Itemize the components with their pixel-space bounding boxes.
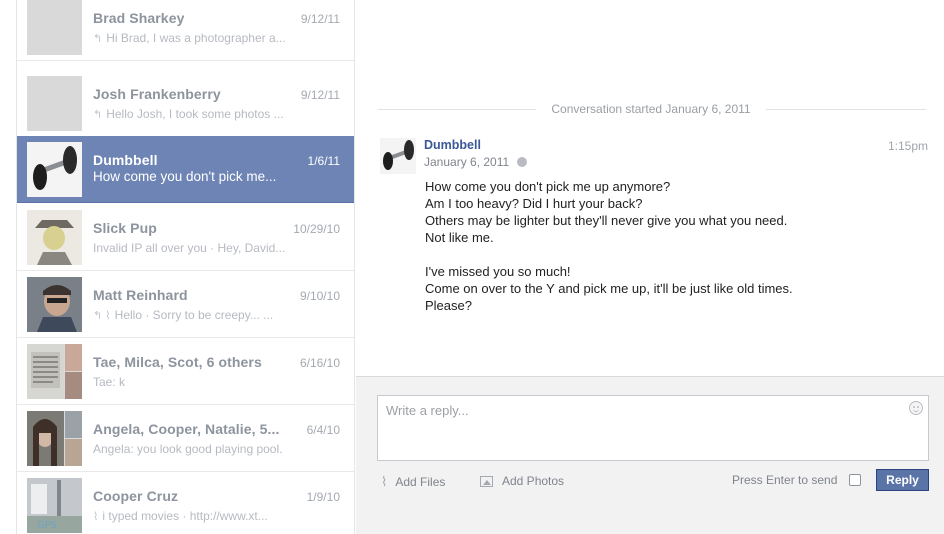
thread-date: 1/9/10 — [306, 490, 340, 504]
message-line: Others may be lighter but they'll never … — [425, 213, 788, 228]
message-line: Please? — [425, 298, 472, 313]
thread-date: 1/6/11 — [307, 154, 340, 168]
reply-icon: ↰ — [93, 109, 103, 121]
dumbbell-avatar — [27, 142, 82, 197]
thread-date: 10/29/10 — [293, 222, 340, 236]
message-line: I've missed you so much! — [425, 264, 571, 279]
reply-icon: ↰ — [93, 33, 103, 45]
add-photos-button[interactable]: Add Photos — [480, 474, 564, 488]
thread-date: 6/16/10 — [299, 356, 340, 370]
thread-name: Dumbbell — [93, 152, 158, 168]
reply-input[interactable] — [377, 395, 929, 461]
reply-button[interactable]: Reply — [876, 469, 929, 491]
thread-snippet: How come you don't pick me... — [93, 169, 277, 184]
message-time: 1:15pm — [887, 139, 928, 153]
thread-snippet: Angela: you look good playing pool. — [93, 442, 283, 456]
group-avatar — [27, 344, 82, 399]
thread-name: Cooper Cruz — [93, 488, 179, 504]
message-line-blank — [425, 246, 925, 263]
thread-name: Tae, Milca, Scot, 6 others — [93, 354, 262, 370]
emoticon-icon[interactable] — [909, 401, 923, 415]
dumbbell-avatar[interactable] — [380, 138, 416, 174]
message-line: How come you don't pick me up anymore? — [425, 179, 671, 194]
avatar — [27, 277, 82, 332]
attachment-icon: ⌇ — [93, 511, 99, 523]
message-body: How come you don't pick me up anymore? A… — [425, 178, 925, 314]
thread-date: 9/12/11 — [300, 12, 340, 26]
svg-text:GPS: GPS — [37, 520, 57, 531]
press-enter-checkbox[interactable] — [849, 474, 861, 486]
add-files-button[interactable]: ⌇ Add Files — [381, 474, 445, 490]
press-enter-label: Press Enter to send — [732, 473, 838, 487]
thread-name: Josh Frankenberry — [93, 86, 221, 102]
thread-snippet: Invalid IP all over you · Hey, David... — [93, 241, 286, 255]
thread-item-selected[interactable]: Dumbbell 1/6/11 How come you don't pick … — [17, 136, 354, 203]
thread-list: Brad Sharkey 9/12/11 ↰ Hi Brad, I was a p… — [16, 0, 355, 534]
message-line: Not like me. — [425, 230, 494, 245]
thread-item[interactable]: Slick Pup 10/29/10 Invalid IP all over y… — [17, 204, 354, 271]
conversation-started-label: Conversation started January 6, 2011 — [536, 102, 766, 116]
paperclip-icon: ⌇ — [381, 474, 388, 489]
avatar — [27, 76, 82, 131]
thread-snippet: ↰ Hello Josh, I took some photos ... — [93, 107, 284, 121]
thread-item[interactable]: Angela, Cooper, Natalie, 5... 6/4/10 Ang… — [17, 405, 354, 472]
avatar: GPS — [27, 478, 82, 533]
thread-snippet: Tae: k — [93, 375, 126, 389]
message-line: Come on over to the Y and pick me up, it… — [425, 281, 793, 296]
sender-name-link[interactable]: Dumbbell — [424, 138, 481, 152]
conversation-pane: Conversation started January 6, 2011 Dum… — [356, 0, 944, 376]
thread-snippet: ↰ ⌇ Hello · Sorry to be creepy... ... — [93, 308, 274, 322]
thread-date: 9/10/10 — [299, 289, 340, 303]
avatar — [27, 0, 82, 55]
thread-date: 9/12/11 — [300, 88, 340, 102]
message-date: January 6, 2011 — [424, 155, 528, 169]
group-avatar — [27, 411, 82, 466]
thread-name: Matt Reinhard — [93, 287, 188, 303]
thread-snippet: ↰ Hi Brad, I was a photographer a... — [93, 31, 286, 45]
avatar — [27, 210, 82, 265]
thread-name: Angela, Cooper, Natalie, 5... — [93, 421, 280, 437]
thread-date: 6/4/10 — [306, 423, 340, 437]
divider — [378, 109, 536, 110]
globe-icon — [517, 157, 528, 167]
thread-item[interactable]: Brad Sharkey 9/12/11 ↰ Hi Brad, I was a p… — [17, 0, 354, 61]
thread-name: Brad Sharkey — [93, 10, 185, 26]
photo-icon — [480, 475, 493, 487]
reply-composer: ⌇ Add Files Add Photos Press Enter to se… — [356, 376, 944, 534]
message-line: Am I too heavy? Did I hurt your back? — [425, 196, 643, 211]
thread-snippet: ⌇ i typed movies · http://www.xt... — [93, 509, 268, 523]
thread-item[interactable]: Josh Frankenberry 9/12/11 ↰ Hello Josh, I… — [17, 70, 354, 137]
thread-name: Slick Pup — [93, 220, 157, 236]
reply-icon: ↰ ⌇ — [93, 310, 111, 322]
thread-item[interactable]: Matt Reinhard 9/10/10 ↰ ⌇ Hello · Sorry t… — [17, 271, 354, 338]
thread-item[interactable]: GPS Cooper Cruz 1/9/10 ⌇ i typed movies ·… — [17, 472, 354, 534]
thread-item[interactable]: Tae, Milca, Scot, 6 others 6/16/10 Tae: … — [17, 338, 354, 405]
divider — [766, 109, 926, 110]
